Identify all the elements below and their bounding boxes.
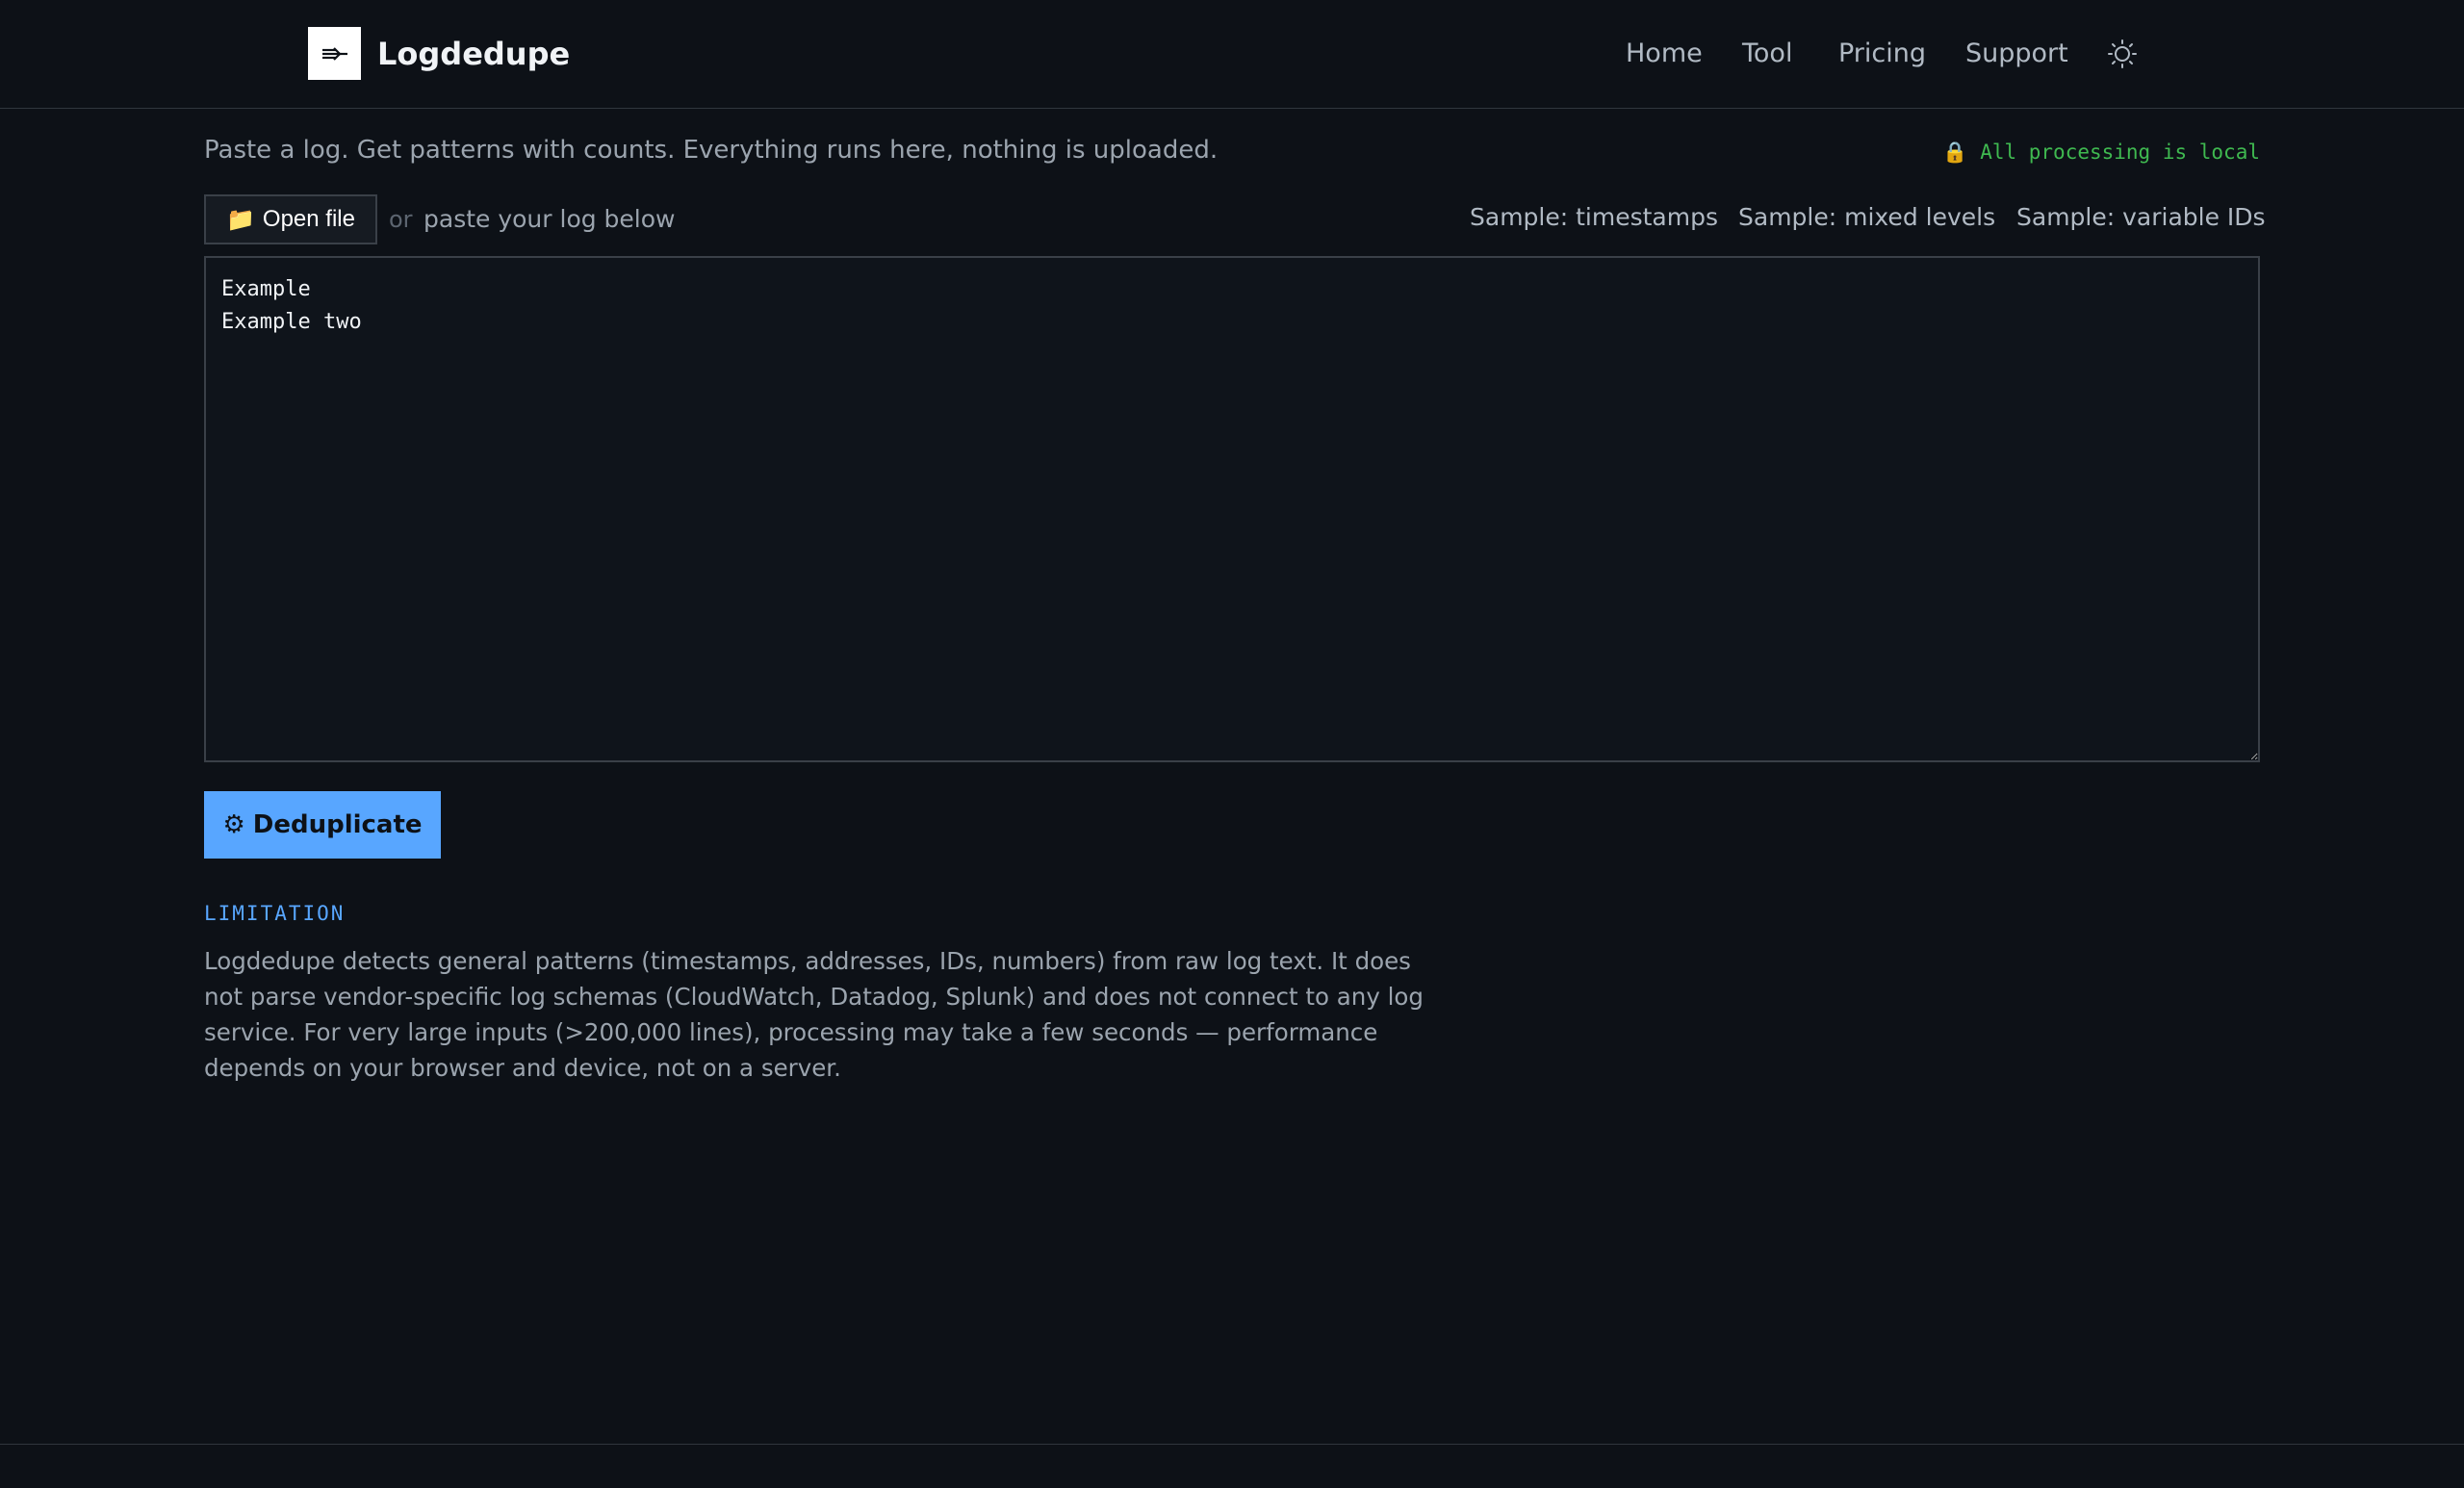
open-file-label: Open file [262,206,355,232]
nav-home[interactable]: Home [1626,33,1703,75]
log-input[interactable] [204,256,2260,762]
folder-icon: 📁 [226,206,255,233]
nav-pricing[interactable]: Pricing [1838,33,1926,75]
tagline: Paste a log. Get patterns with counts. E… [204,136,1219,165]
sun-icon[interactable] [2105,37,2140,71]
sample-timestamps-link[interactable]: Sample: timestamps [1470,200,1718,235]
sample-variable-ids-link[interactable]: Sample: variable IDs [2016,200,2266,235]
deduplicate-label: Deduplicate [252,810,423,839]
local-processing-badge: 🔒 All processing is local [1942,141,2260,164]
deduplicate-button[interactable]: ⚙ Deduplicate [204,791,441,859]
or-separator: or [389,206,413,233]
limitation-heading: LIMITATION [204,902,346,925]
site-header: Logdedupe Home Tool Pricing Support [0,0,2464,109]
site-footer [0,1444,2464,1488]
gear-icon: ⚙ [222,810,245,839]
nav-tool[interactable]: Tool [1742,33,1792,75]
nav-support[interactable]: Support [1965,33,2068,75]
paste-hint: paste your log below [424,205,676,233]
brand-name[interactable]: Logdedupe [377,33,570,75]
sample-mixed-levels-link[interactable]: Sample: mixed levels [1738,200,1995,235]
limitation-text: Logdedupe detects general patterns (time… [204,947,1424,1082]
arrow-into-bar-icon[interactable] [308,27,361,80]
open-file-button[interactable]: 📁 Open file [204,194,377,244]
